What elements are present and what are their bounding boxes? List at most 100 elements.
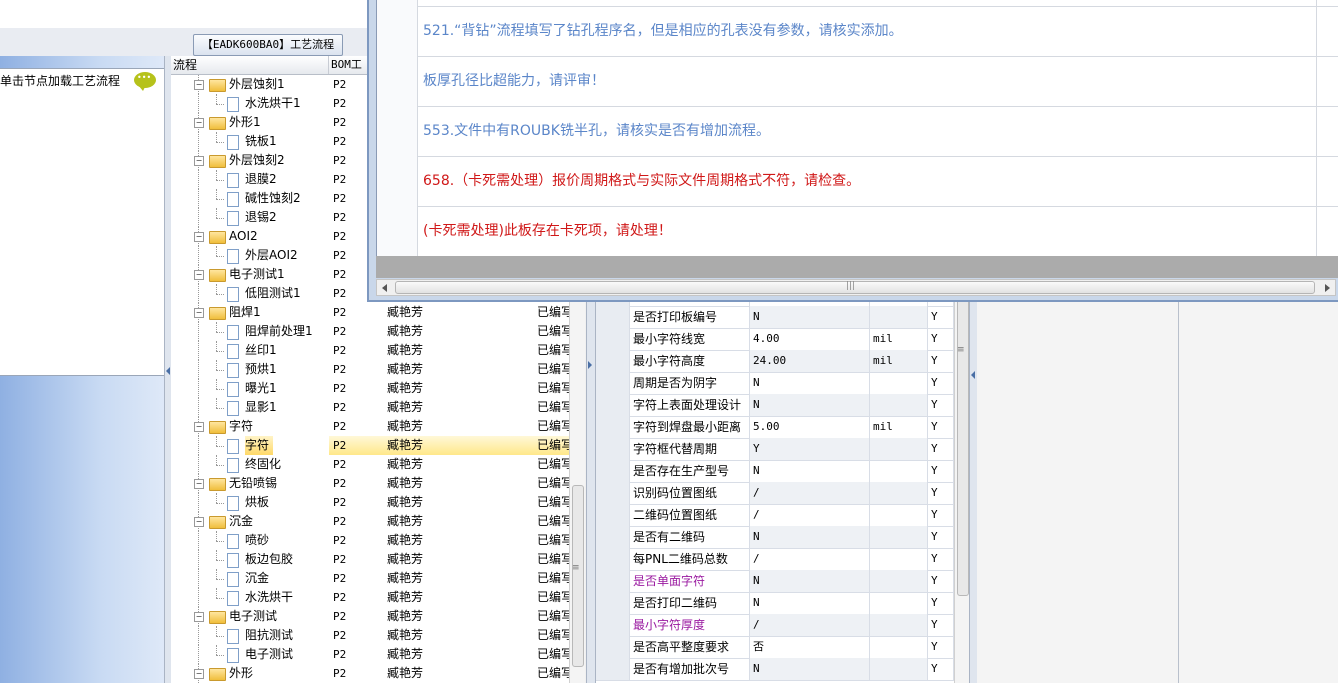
tree-node-label[interactable]: AOI2 xyxy=(229,227,262,246)
param-value[interactable]: 5.00 xyxy=(750,416,870,438)
tree-node-label[interactable]: 铣板1 xyxy=(245,132,281,151)
tree-group-row[interactable]: − 字符 P2 臧艳芳 已编写 xyxy=(171,417,569,436)
param-row[interactable]: 是否单面字符 N Y xyxy=(596,570,954,593)
collapse-node-icon[interactable]: − xyxy=(194,270,204,280)
tree-node-label[interactable]: 无铅喷锡 xyxy=(229,474,281,493)
param-row[interactable]: 是否存在生产型号 N Y xyxy=(596,460,954,483)
param-value[interactable]: 否 xyxy=(750,636,870,658)
tree-node-label[interactable]: 终固化 xyxy=(245,455,285,474)
tree-node-label[interactable]: 烘板 xyxy=(245,493,273,512)
collapse-node-icon[interactable]: − xyxy=(194,612,204,622)
param-value[interactable]: N xyxy=(750,526,870,548)
param-value[interactable]: N xyxy=(750,306,870,328)
param-scroll-thumb[interactable] xyxy=(957,299,969,596)
param-value[interactable]: N xyxy=(750,394,870,416)
tree-step-row[interactable]: 电子测试 P2 臧艳芳 已编写 xyxy=(171,645,569,664)
collapse-node-icon[interactable]: − xyxy=(194,80,204,90)
tree-node-label[interactable]: 曝光1 xyxy=(245,379,281,398)
parameter-grid[interactable]: 油墨型号无要求Y是否打印板编号NY最小字符线宽4.00milY最小字符高度24.… xyxy=(596,295,954,683)
collapse-node-icon[interactable]: − xyxy=(194,156,204,166)
tree-node-label[interactable]: 外层AOI2 xyxy=(245,246,302,265)
collapse-node-icon[interactable]: − xyxy=(194,479,204,489)
collapse-arrow-icon[interactable] xyxy=(588,361,592,369)
tree-step-row[interactable]: 终固化 P2 臧艳芳 已编写 xyxy=(171,455,569,474)
param-value[interactable]: N xyxy=(750,372,870,394)
tree-step-row[interactable]: 板边包胶 P2 臧艳芳 已编写 xyxy=(171,550,569,569)
param-value[interactable]: N xyxy=(750,460,870,482)
tree-node-label[interactable]: 电子测试1 xyxy=(229,265,289,284)
tree-node-label[interactable]: 电子测试 xyxy=(229,607,281,626)
tree-node-label[interactable]: 显影1 xyxy=(245,398,281,417)
tree-step-row[interactable]: 曝光1 P2 臧艳芳 已编写 xyxy=(171,379,569,398)
param-scrollbar[interactable]: ≡ xyxy=(954,295,970,683)
tree-step-row[interactable]: 丝印1 P2 臧艳芳 已编写 xyxy=(171,341,569,360)
tree-step-row[interactable]: 显影1 P2 臧艳芳 已编写 xyxy=(171,398,569,417)
scroll-left-icon[interactable] xyxy=(382,284,387,292)
tree-step-row[interactable]: 阻焊前处理1 P2 臧艳芳 已编写 xyxy=(171,322,569,341)
tree-node-label[interactable]: 电子测试 xyxy=(245,645,297,664)
tree-node-label[interactable]: 外形1 xyxy=(229,113,265,132)
tree-node-label[interactable]: 退膜2 xyxy=(245,170,281,189)
tree-group-row[interactable]: − 沉金 P2 臧艳芳 已编写 xyxy=(171,512,569,531)
collapse-node-icon[interactable]: − xyxy=(194,517,204,527)
tree-node-label[interactable]: 阻焊前处理1 xyxy=(245,322,317,341)
tree-step-row[interactable]: 水洗烘干 P2 臧艳芳 已编写 xyxy=(171,588,569,607)
tree-node-label[interactable]: 外层蚀刻2 xyxy=(229,151,289,170)
param-value[interactable]: / xyxy=(750,504,870,526)
tree-group-row[interactable]: − 无铅喷锡 P2 臧艳芳 已编写 xyxy=(171,474,569,493)
tree-node-label[interactable]: 碱性蚀刻2 xyxy=(245,189,305,208)
message-row[interactable]: 板厚孔径比超能力，请评审！ xyxy=(377,56,1338,107)
message-row[interactable]: (卡死需处理)此板存在卡死项，请处理！ xyxy=(377,206,1338,256)
param-value[interactable]: N xyxy=(750,570,870,592)
param-row[interactable]: 识别码位置图纸 / Y xyxy=(596,482,954,505)
collapse-arrow-icon[interactable] xyxy=(166,367,170,375)
tree-node-label[interactable]: 预烘1 xyxy=(245,360,281,379)
tree-group-row[interactable]: − 阻焊1 P2 臧艳芳 已编写 xyxy=(171,303,569,322)
collapse-node-icon[interactable]: − xyxy=(194,422,204,432)
param-row[interactable]: 每PNL二维码总数 / Y xyxy=(596,548,954,571)
param-value[interactable]: / xyxy=(750,482,870,504)
message-row[interactable]: 553.文件中有ROUBK铣半孔，请核实是否有增加流程。 xyxy=(377,106,1338,157)
message-row[interactable]: 521.“背钻”流程填写了钻孔程序名，但是相应的孔表没有参数，请核实添加。 xyxy=(377,6,1338,57)
collapse-node-icon[interactable]: − xyxy=(194,669,204,679)
param-row[interactable]: 是否打印板编号 N Y xyxy=(596,306,954,329)
tree-node-label[interactable]: 喷砂 xyxy=(245,531,273,550)
tree-step-row[interactable]: 烘板 P2 臧艳芳 已编写 xyxy=(171,493,569,512)
param-row[interactable]: 是否高平整度要求否 Y xyxy=(596,636,954,659)
param-value[interactable]: 4.00 xyxy=(750,328,870,350)
param-value[interactable]: N xyxy=(750,658,870,680)
tree-step-row[interactable]: 预烘1 P2 臧艳芳 已编写 xyxy=(171,360,569,379)
param-row[interactable]: 最小字符厚度 / Y xyxy=(596,614,954,637)
collapse-node-icon[interactable]: − xyxy=(194,232,204,242)
param-row[interactable]: 是否打印二维码 N Y xyxy=(596,592,954,615)
collapse-arrow-icon[interactable] xyxy=(971,371,975,379)
tree-node-label[interactable]: 沉金 xyxy=(245,569,273,588)
tree-node-label[interactable]: 字符 xyxy=(245,436,274,455)
param-row[interactable]: 字符上表面处理设计 N Y xyxy=(596,394,954,417)
tree-node-label[interactable]: 低阻测试1 xyxy=(245,284,305,303)
process-flow-tab[interactable]: 【EADK600BA0】工艺流程 xyxy=(193,34,343,56)
message-list[interactable]: 521.“背钻”流程填写了钻孔程序名，但是相应的孔表没有参数，请核实添加。 板厚孔… xyxy=(376,0,1338,256)
tree-node-label[interactable]: 沉金 xyxy=(229,512,257,531)
tree-group-row[interactable]: − 外形 P2 臧艳芳 已编写 xyxy=(171,664,569,683)
tree-scroll-thumb[interactable] xyxy=(572,485,584,667)
tree-scrollbar[interactable]: ≡ xyxy=(569,295,585,683)
collapse-node-icon[interactable]: − xyxy=(194,118,204,128)
param-value[interactable]: 24.00 xyxy=(750,350,870,372)
tree-group-row[interactable]: − 电子测试 P2 臧艳芳 已编写 xyxy=(171,607,569,626)
tree-step-row[interactable]: 字符 P2 臧艳芳 已编写 xyxy=(171,436,569,455)
message-hscroll-thumb[interactable]: ||| xyxy=(395,281,1315,294)
tree-node-label[interactable]: 水洗烘干1 xyxy=(245,94,305,113)
param-value[interactable]: / xyxy=(750,614,870,636)
tree-node-label[interactable]: 水洗烘干 xyxy=(245,588,297,607)
param-row[interactable]: 是否有二维码 N Y xyxy=(596,526,954,549)
tree-node-label[interactable]: 外层蚀刻1 xyxy=(229,75,289,94)
param-value[interactable]: N xyxy=(750,592,870,614)
param-value[interactable]: Y xyxy=(750,438,870,460)
tree-node-label[interactable]: 退锡2 xyxy=(245,208,281,227)
param-row[interactable]: 最小字符高度 24.00 mil Y xyxy=(596,350,954,373)
message-hscrollbar[interactable]: ||| xyxy=(376,279,1336,296)
col-header-flow[interactable]: 流程 xyxy=(171,56,329,74)
tree-node-label[interactable]: 阻焊1 xyxy=(229,303,265,322)
scroll-right-icon[interactable] xyxy=(1325,284,1330,292)
